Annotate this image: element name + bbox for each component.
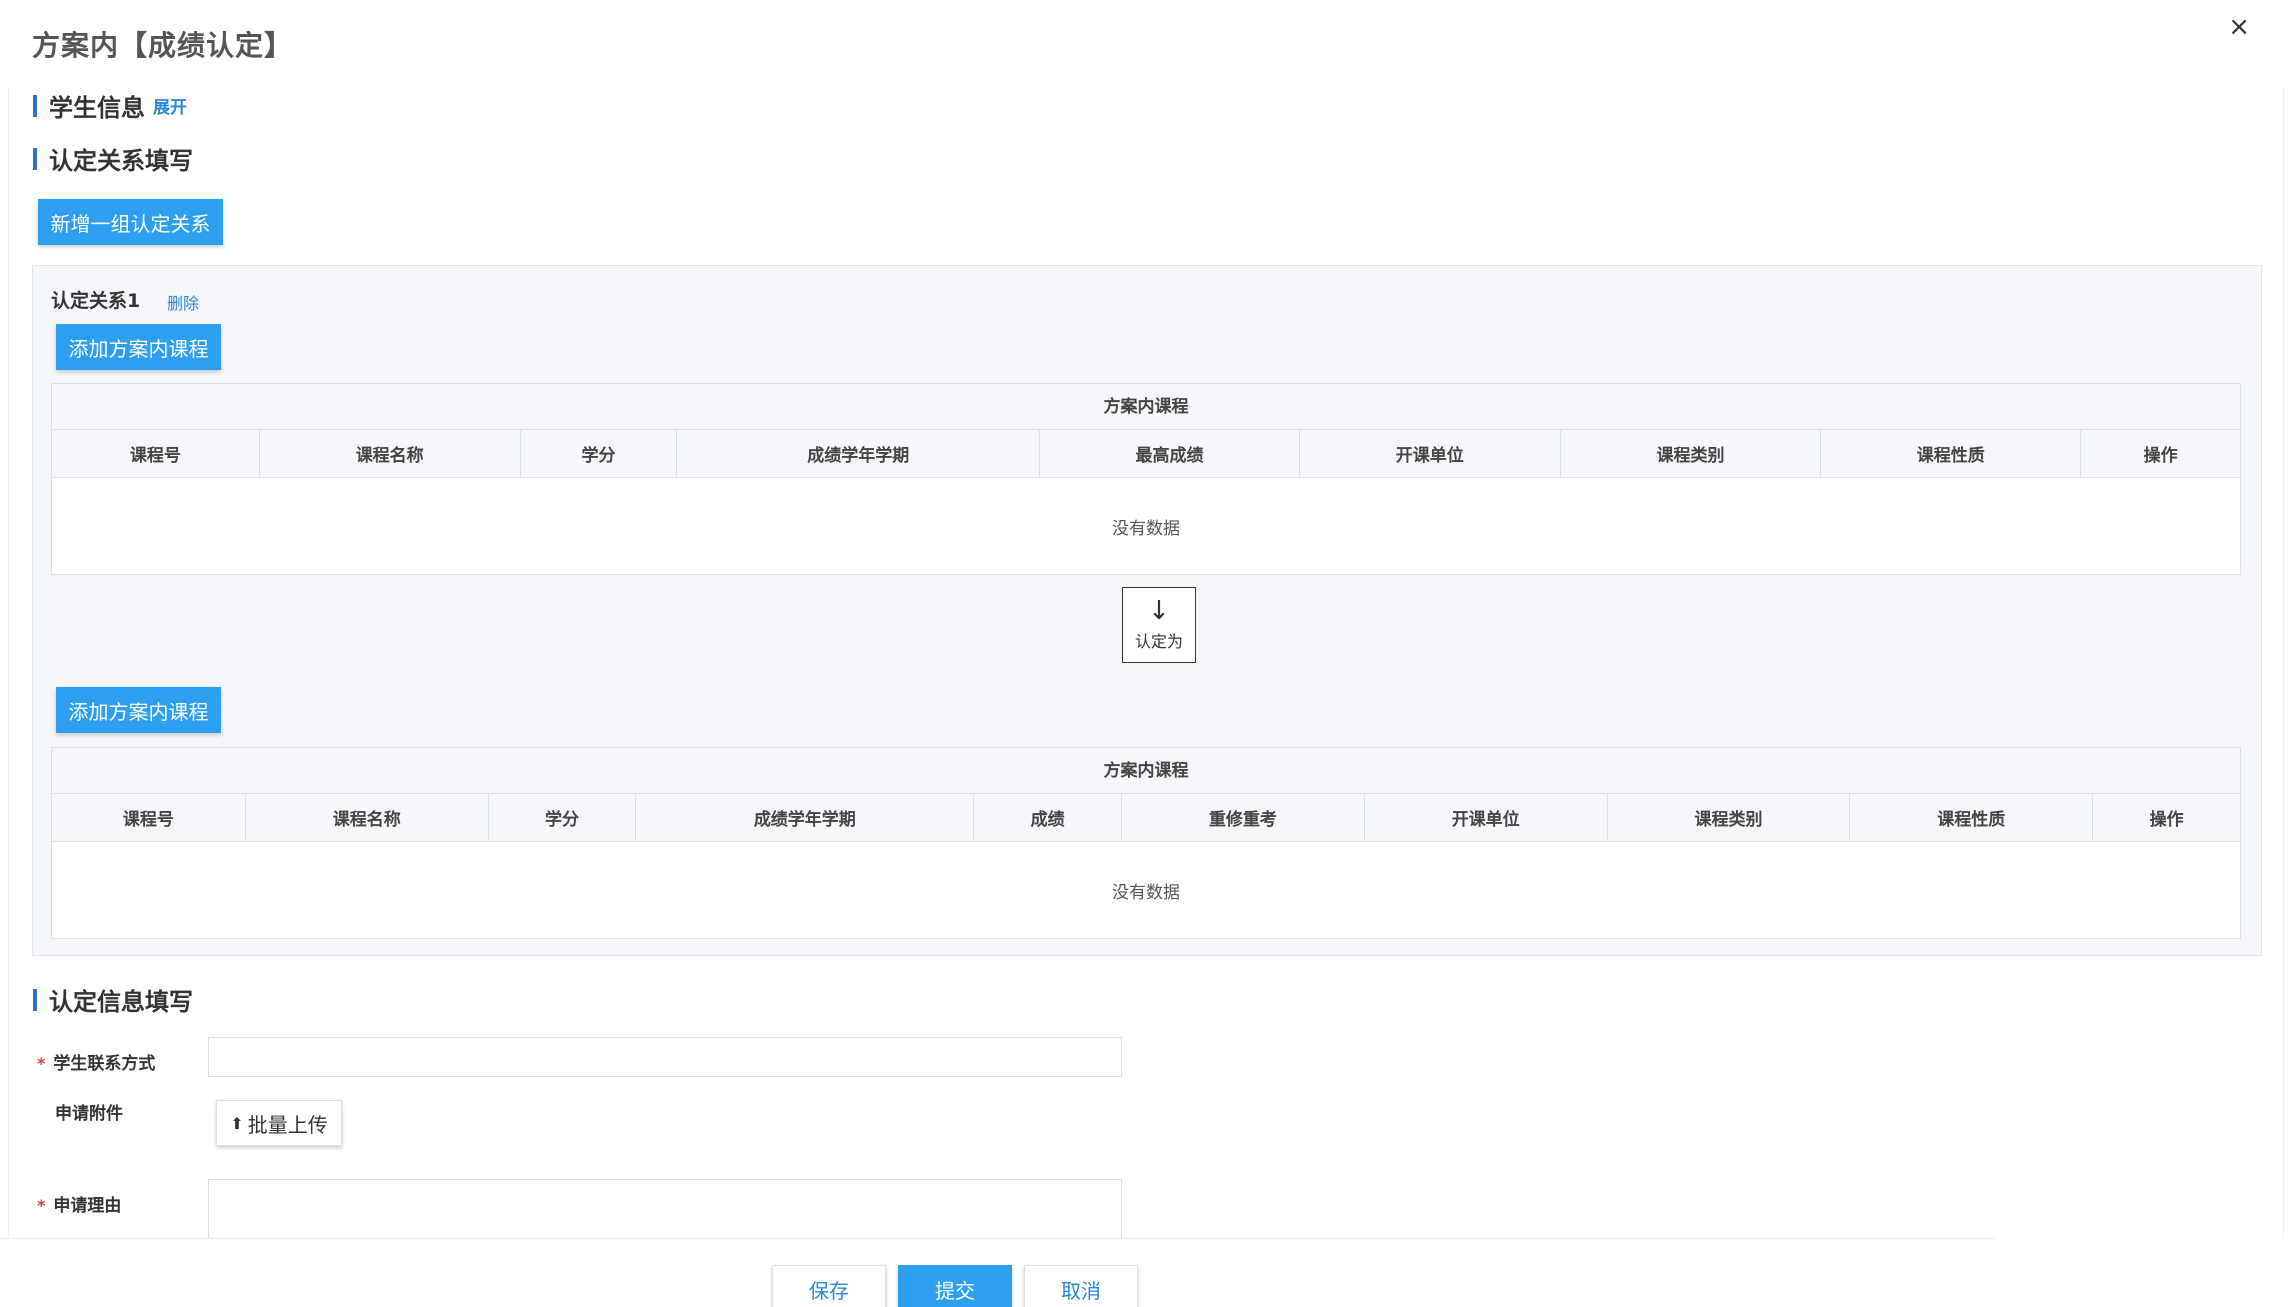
batch-upload-label: 批量上传 — [247, 1112, 328, 1137]
section-title-info: 认定信息填写 — [49, 988, 193, 1016]
section-title-student-info: 学生信息 — [49, 94, 145, 122]
upload-icon: ⬆ — [230, 1113, 244, 1133]
source-course-table: 方案内课程 课程号 课程名称 学分 成绩学年学期 最高成绩 开课单位 课程类别 … — [51, 383, 2241, 575]
table-header: 课程号 课程名称 学分 成绩学年学期 最高成绩 开课单位 课程类别 课程性质 操… — [52, 430, 2240, 478]
dialog-body: 学生信息 展开 认定关系填写 新增一组认定关系 认定关系1 删除 添加方案内课程… — [8, 88, 2284, 1238]
recognize-as-label: 认定为 — [1134, 632, 1183, 651]
attachment-label: 申请附件 — [55, 1104, 123, 1124]
group-label: 认定关系1 — [51, 290, 141, 312]
column-header: 学分 — [489, 794, 637, 841]
footer-divider — [0, 1238, 1995, 1239]
column-header: 课程类别 — [1561, 430, 1822, 477]
add-group-button[interactable]: 新增一组认定关系 — [38, 199, 223, 245]
contact-input[interactable] — [208, 1037, 1122, 1077]
column-header: 课程名称 — [260, 430, 521, 477]
add-course-button-top[interactable]: 添加方案内课程 — [56, 324, 221, 370]
section-title-relation: 认定关系填写 — [49, 147, 193, 175]
close-icon[interactable]: × — [2228, 14, 2250, 40]
column-header: 成绩 — [974, 794, 1123, 841]
column-header: 学分 — [521, 430, 678, 477]
reason-label-text: 申请理由 — [53, 1196, 122, 1216]
dialog-title: 方案内【成绩认定】 — [32, 29, 294, 62]
column-header: 课程性质 — [1850, 794, 2094, 841]
expand-link[interactable]: 展开 — [153, 93, 187, 118]
section-bar — [33, 147, 37, 170]
reason-label: * 申请理由 — [37, 1191, 121, 1216]
delete-group-link[interactable]: 删除 — [167, 290, 199, 314]
required-mark: * — [37, 1196, 46, 1215]
save-button[interactable]: 保存 — [772, 1265, 886, 1307]
target-course-table: 方案内课程 课程号 课程名称 学分 成绩学年学期 成绩 重修重考 开课单位 课程… — [51, 747, 2241, 939]
reason-textarea[interactable] — [208, 1179, 1122, 1238]
column-header: 操作 — [2149, 810, 2184, 830]
arrow-down-icon: ↓ — [1148, 596, 1170, 626]
column-header: 课程名称 — [246, 794, 489, 841]
section-relation: 认定关系填写 — [33, 141, 193, 176]
contact-label: * 学生联系方式 — [37, 1049, 155, 1074]
section-bar — [33, 94, 37, 117]
column-header: 成绩学年学期 — [636, 794, 975, 841]
contact-label-text: 学生联系方式 — [53, 1054, 156, 1074]
column-header: 重修重考 — [1122, 794, 1365, 841]
column-header: 课程号 — [52, 430, 260, 477]
column-header: 课程性质 — [1821, 430, 2082, 477]
column-header: 课程号 — [52, 794, 246, 841]
add-course-button-bottom[interactable]: 添加方案内课程 — [56, 687, 221, 733]
empty-state: 没有数据 — [1112, 882, 1180, 903]
cancel-button[interactable]: 取消 — [1024, 1265, 1138, 1307]
section-student-info: 学生信息 展开 — [33, 88, 187, 123]
column-header: 最高成绩 — [1040, 430, 1300, 477]
empty-state: 没有数据 — [1112, 518, 1180, 539]
section-bar — [33, 988, 37, 1011]
column-header: 开课单位 — [1365, 794, 1608, 841]
table-caption: 方案内课程 — [52, 748, 2240, 794]
column-header: 开课单位 — [1300, 430, 1561, 477]
table-header: 课程号 课程名称 学分 成绩学年学期 成绩 重修重考 开课单位 课程类别 课程性… — [52, 794, 2240, 842]
column-header: 操作 — [2143, 446, 2178, 466]
relation-group: 认定关系1 删除 添加方案内课程 方案内课程 课程号 课程名称 学分 成绩学年学… — [32, 265, 2262, 956]
table-caption: 方案内课程 — [52, 384, 2240, 430]
batch-upload-button[interactable]: ⬆ 批量上传 — [216, 1100, 342, 1146]
section-info: 认定信息填写 — [33, 982, 193, 1017]
column-header: 成绩学年学期 — [677, 430, 1041, 477]
submit-button[interactable]: 提交 — [898, 1265, 1012, 1307]
column-header: 课程类别 — [1608, 794, 1851, 841]
recognize-as-box[interactable]: ↓ 认定为 — [1122, 587, 1196, 663]
required-mark: * — [37, 1054, 46, 1073]
